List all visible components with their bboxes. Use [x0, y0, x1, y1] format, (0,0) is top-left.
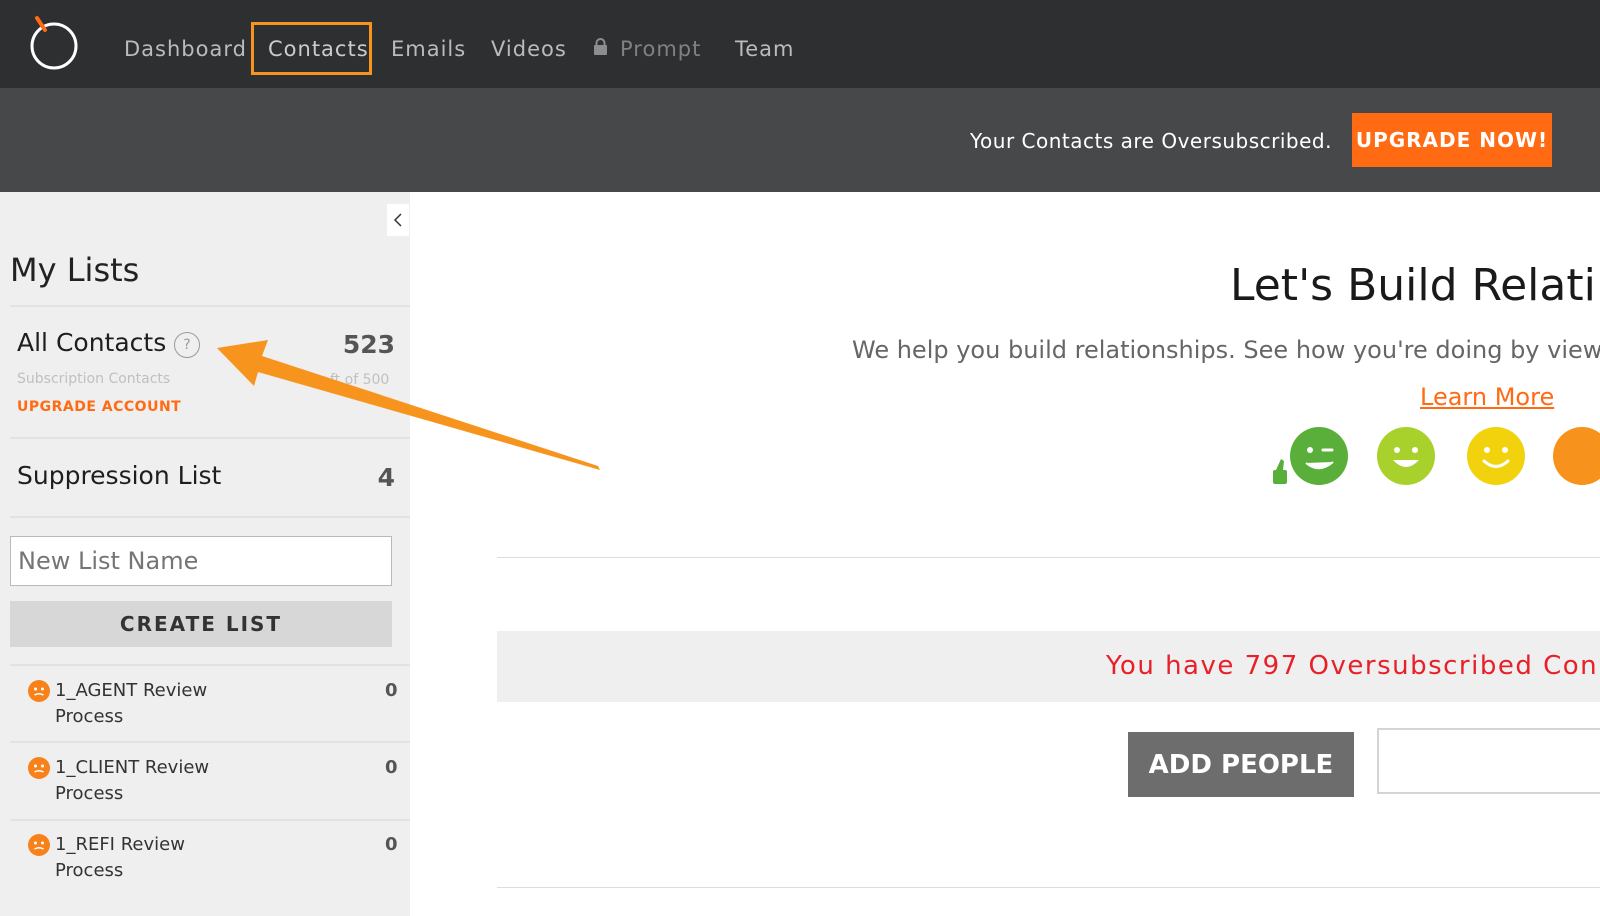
divider [10, 516, 410, 518]
list-item-name[interactable]: 1_CLIENT Review [55, 755, 209, 781]
collapse-sidebar-button[interactable] [387, 204, 409, 236]
list-item-name-cont[interactable]: Process [55, 858, 123, 884]
nav-prompt[interactable]: Prompt [620, 36, 701, 62]
nav-contacts-highlight [251, 22, 372, 75]
upgrade-now-button[interactable]: UPGRADE NOW! [1352, 113, 1552, 167]
add-people-button[interactable]: ADD PEOPLE [1128, 732, 1354, 797]
orange-face-icon [28, 757, 50, 779]
learn-more-link[interactable]: Learn More [1420, 382, 1554, 412]
orange-face-icon [28, 834, 50, 856]
nav-team[interactable]: Team [735, 36, 795, 62]
orange-face-icon [28, 680, 50, 702]
smile-face-icon [1467, 427, 1525, 485]
list-item-count: 0 [385, 680, 398, 701]
upgrade-account-link[interactable]: UPGRADE ACCOUNT [17, 399, 181, 415]
create-list-button[interactable]: CREATE LIST [10, 601, 392, 647]
divider [10, 305, 410, 307]
my-lists-heading: My Lists [10, 251, 140, 289]
suppression-list-count: 4 [377, 463, 395, 492]
divider [10, 664, 410, 666]
subscription-limit: ft of 500 [330, 372, 390, 388]
nav-emails[interactable]: Emails [391, 36, 466, 62]
page-subtitle: We help you build relationships. See how… [852, 336, 1600, 364]
page-title: Let's Build Relati [1230, 260, 1596, 311]
oversubscribed-alert-text: You have 797 Oversubscribed Con [1106, 651, 1599, 681]
divider [10, 741, 410, 743]
search-input[interactable] [1377, 728, 1600, 794]
list-item-name[interactable]: 1_AGENT Review [55, 678, 207, 704]
lock-icon [594, 38, 607, 55]
divider [10, 819, 410, 821]
suppression-list-label[interactable]: Suppression List [17, 461, 221, 491]
all-contacts-count: 523 [342, 330, 395, 359]
new-list-name-input[interactable] [10, 536, 392, 586]
wink-thumbs-up-icon [1273, 427, 1348, 485]
divider [497, 887, 1600, 888]
divider [10, 437, 410, 439]
list-item-name-cont[interactable]: Process [55, 704, 123, 730]
divider [497, 557, 1600, 558]
banner-message: Your Contacts are Oversubscribed. [970, 129, 1332, 153]
logo-icon[interactable] [28, 14, 80, 72]
list-item-count: 0 [385, 834, 398, 855]
list-item-name[interactable]: 1_REFI Review [55, 832, 185, 858]
nav-videos[interactable]: Videos [491, 36, 567, 62]
subscription-contacts-label: Subscription Contacts [17, 371, 171, 387]
help-icon[interactable]: ? [174, 332, 200, 358]
all-contacts-label[interactable]: All Contacts [17, 328, 166, 358]
list-item-count: 0 [385, 757, 398, 778]
orange-face-icon [1553, 427, 1600, 485]
nav-dashboard[interactable]: Dashboard [124, 36, 247, 62]
list-item-name-cont[interactable]: Process [55, 781, 123, 807]
happy-face-icon [1377, 427, 1435, 485]
chevron-left-icon [393, 213, 402, 227]
